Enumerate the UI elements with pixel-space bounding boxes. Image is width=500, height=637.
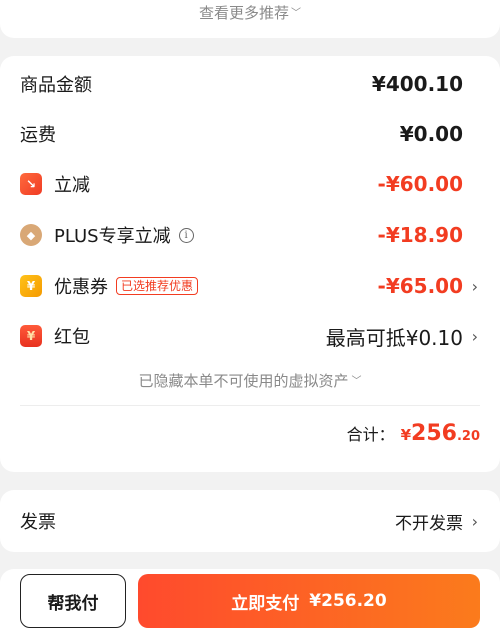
total-integer: 256 <box>411 421 457 446</box>
recommendations-card: 查看更多推荐 ﹀ <box>0 0 500 38</box>
chevron-right-icon: › <box>471 511 478 531</box>
goods-amount-value: ¥400.10 <box>371 72 463 96</box>
red-packet-value: 最高可抵¥0.10 <box>325 325 463 350</box>
see-more-recommendations[interactable]: 查看更多推荐 ﹀ <box>0 2 500 23</box>
order-summary-card: 商品金额 ¥400.10 运费 ¥0.00 ↘ 立减 -¥60.00 ◆ PLU… <box>0 56 500 472</box>
coupon-value: -¥65.00 <box>377 274 463 298</box>
red-packet-label: 红包 <box>54 327 90 348</box>
goods-amount-label: 商品金额 <box>20 75 92 96</box>
total-label: 合计： <box>346 425 395 444</box>
order-total: 合计： ¥ 256 .20 <box>347 421 480 446</box>
red-packet-icon: ¥ <box>20 325 42 347</box>
pay-now-label: 立即支付 <box>231 593 300 614</box>
invoice-label: 发票 <box>20 512 56 533</box>
divider <box>20 405 480 406</box>
plus-badge-icon: ◆ <box>20 224 42 246</box>
instant-discount-label: 立减 <box>54 175 90 196</box>
red-packet-row[interactable]: ¥ 红包 最高可抵¥0.10 › <box>0 316 500 356</box>
hidden-assets-label: 已隐藏本单不可使用的虚拟资产 <box>138 372 349 390</box>
instant-discount-row: ↘ 立减 -¥60.00 <box>0 164 500 204</box>
recommended-coupon-tag: 已选推荐优惠 <box>116 277 199 295</box>
help-pay-button[interactable]: 帮我付 <box>20 574 126 628</box>
goods-amount-row: 商品金额 ¥400.10 <box>0 64 500 104</box>
plus-discount-row: ◆ PLUS专享立减 i -¥18.90 <box>0 215 500 255</box>
coupon-row[interactable]: ¥ 优惠券 已选推荐优惠 -¥65.00 › <box>0 266 500 306</box>
invoice-row[interactable]: 发票 不开发票 › <box>0 501 500 541</box>
hidden-assets-toggle[interactable]: 已隐藏本单不可使用的虚拟资产 ﹀ <box>0 370 500 391</box>
plus-discount-value: -¥18.90 <box>377 223 463 247</box>
total-decimal: .20 <box>456 429 480 444</box>
instant-discount-value: -¥60.00 <box>377 172 463 196</box>
coupon-yen-icon: ¥ <box>20 275 42 297</box>
chevron-down-icon: ﹀ <box>291 8 301 19</box>
invoice-card[interactable]: 发票 不开发票 › <box>0 490 500 552</box>
info-icon[interactable]: i <box>178 227 194 243</box>
total-currency: ¥ <box>400 426 412 444</box>
see-more-label: 查看更多推荐 <box>198 4 289 22</box>
pay-now-amount: ¥256.20 <box>309 591 387 611</box>
invoice-value: 不开发票 <box>395 513 463 534</box>
plus-discount-label: PLUS专享立减 <box>54 226 171 247</box>
discount-arrow-icon: ↘ <box>20 173 42 195</box>
shipping-label: 运费 <box>20 125 56 146</box>
chevron-down-icon: ﹀ <box>351 376 362 387</box>
shipping-value: ¥0.00 <box>399 122 463 146</box>
chevron-right-icon: › <box>471 326 478 346</box>
chevron-right-icon: › <box>471 276 478 296</box>
pay-now-button[interactable]: 立即支付 ¥256.20 <box>138 574 480 628</box>
shipping-row: 运费 ¥0.00 <box>0 114 500 154</box>
coupon-label: 优惠券 <box>54 277 108 298</box>
